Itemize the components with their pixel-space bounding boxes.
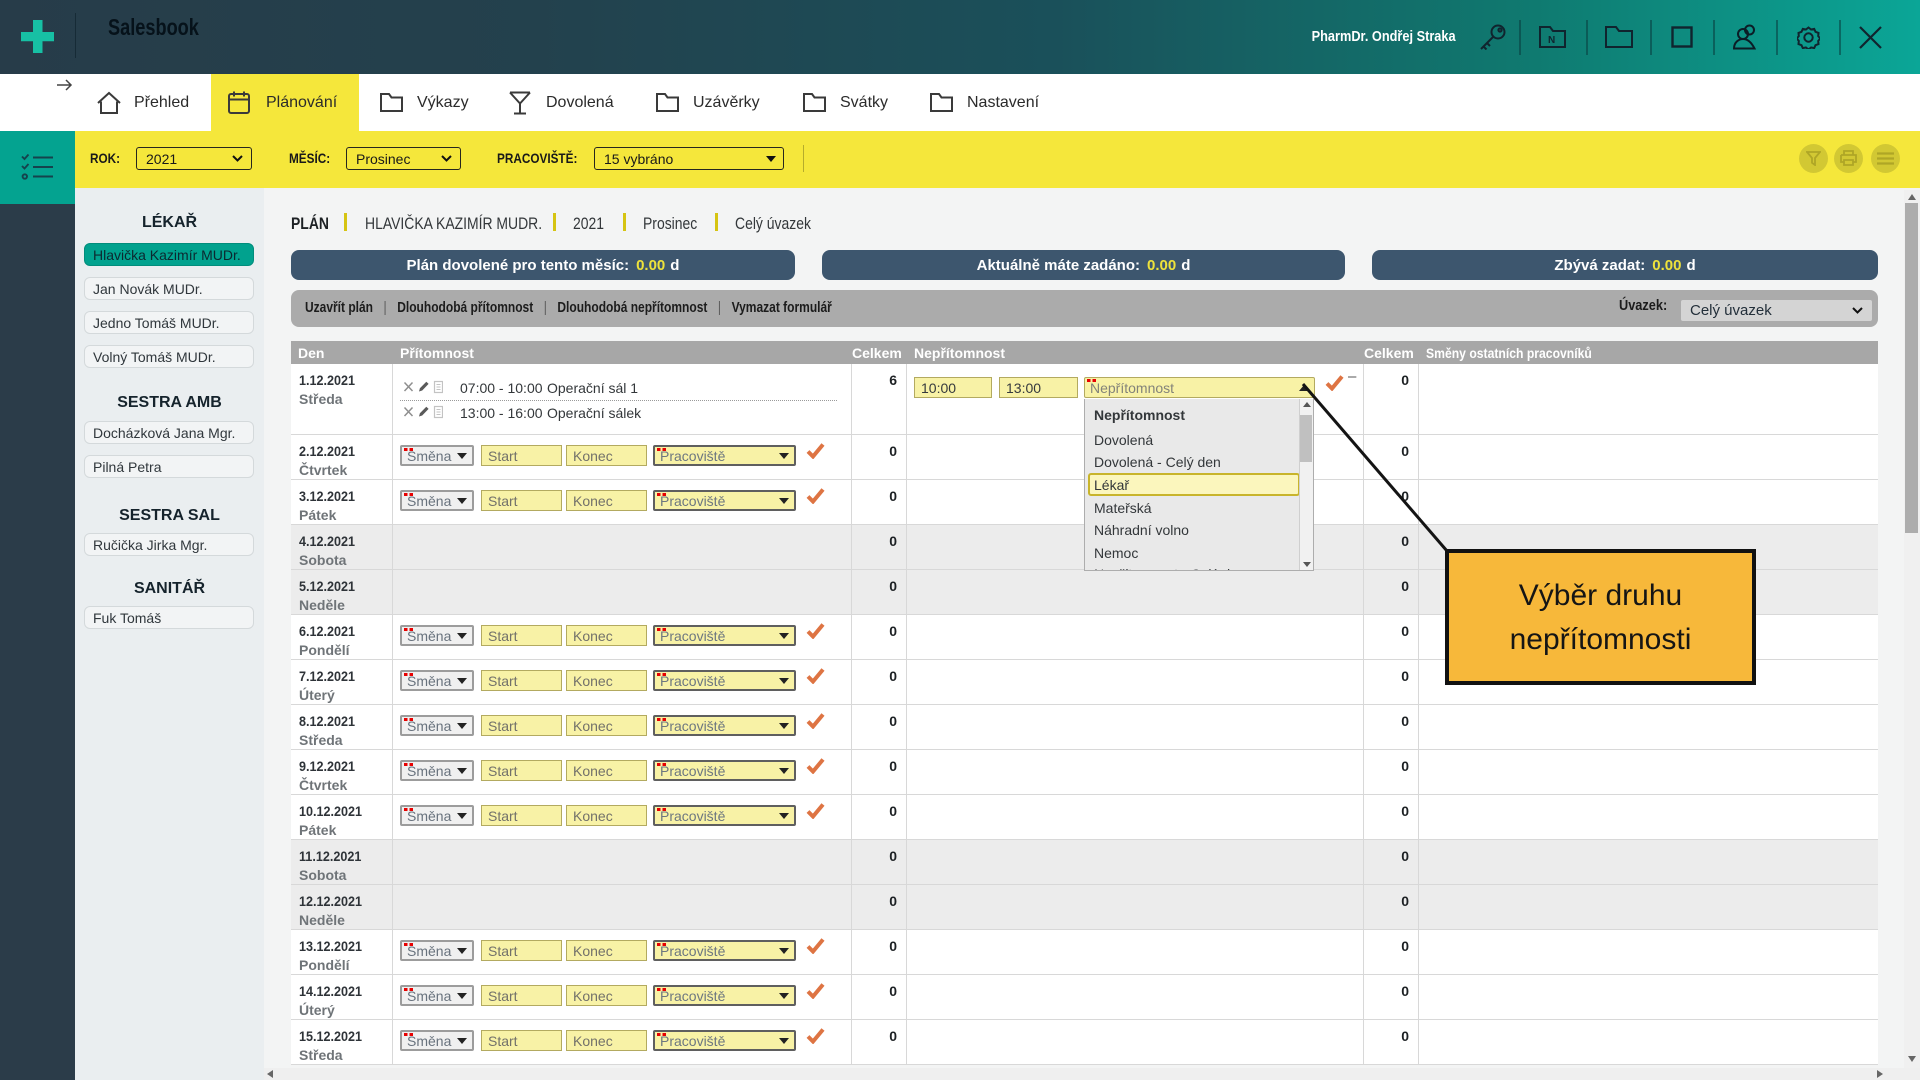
svg-text:N: N [1548, 35, 1555, 46]
